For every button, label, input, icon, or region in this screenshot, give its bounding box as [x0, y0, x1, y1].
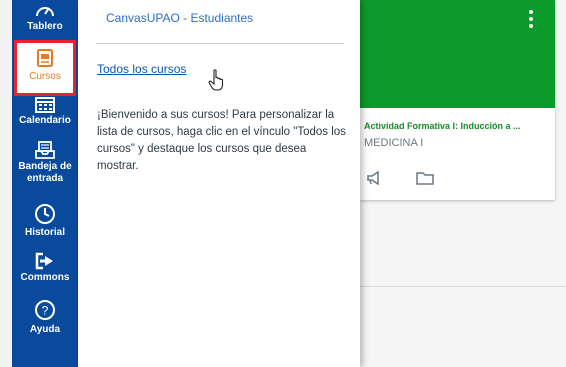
nav-item-calendario[interactable]: Calendario: [12, 97, 78, 127]
left-edge: [0, 0, 12, 367]
nav-item-tablero[interactable]: Tablero: [12, 0, 78, 33]
nav-label-calendario: Calendario: [19, 115, 71, 126]
calendar-icon: [35, 97, 55, 113]
tray-divider: [96, 43, 344, 44]
global-navigation: Tablero Cursos Calendario Bandeja de ent…: [12, 0, 78, 367]
commons-icon: [35, 252, 53, 270]
course-card-title[interactable]: Actividad Formativa I: Inducción a ...: [364, 121, 552, 131]
nav-label-bandeja: Bandeja de entrada: [18, 161, 72, 184]
dashboard-icon: [36, 7, 54, 17]
nav-label-commons: Commons: [20, 272, 70, 283]
course-card-subtitle: MEDICINA I: [364, 137, 424, 149]
courses-tray: CanvasUPAO - Estudiantes Todos los curso…: [78, 0, 360, 367]
nav-label-cursos: Cursos: [29, 71, 61, 82]
nav-label-ayuda: Ayuda: [29, 324, 61, 335]
tray-title: CanvasUPAO - Estudiantes: [106, 11, 254, 25]
tray-welcome-message: ¡Bienvenido a sus cursos! Para personali…: [97, 109, 346, 172]
svg-text:?: ?: [42, 304, 49, 318]
all-courses-link[interactable]: Todos los cursos: [97, 62, 186, 76]
card-options-icon[interactable]: [528, 10, 534, 31]
courses-icon: [37, 49, 53, 67]
course-card[interactable]: Actividad Formativa I: Inducción a ... M…: [360, 0, 555, 200]
nav-item-cursos[interactable]: Cursos: [14, 40, 76, 96]
nav-label-tablero: Tablero: [27, 21, 63, 32]
nav-item-ayuda[interactable]: ? Ayuda: [12, 299, 78, 336]
content-divider: [360, 286, 566, 287]
history-icon: [35, 204, 55, 224]
announcements-icon[interactable]: [366, 171, 382, 185]
inbox-icon: [35, 141, 55, 159]
hand-cursor-icon: [208, 69, 224, 91]
folder-icon[interactable]: [416, 171, 434, 185]
help-icon: ?: [35, 300, 55, 320]
nav-item-commons[interactable]: Commons: [12, 252, 78, 284]
nav-label-historial: Historial: [24, 227, 65, 238]
course-card-hero[interactable]: [360, 0, 555, 108]
nav-item-historial[interactable]: Historial: [12, 203, 78, 239]
nav-item-bandeja[interactable]: Bandeja de entrada: [12, 141, 78, 185]
